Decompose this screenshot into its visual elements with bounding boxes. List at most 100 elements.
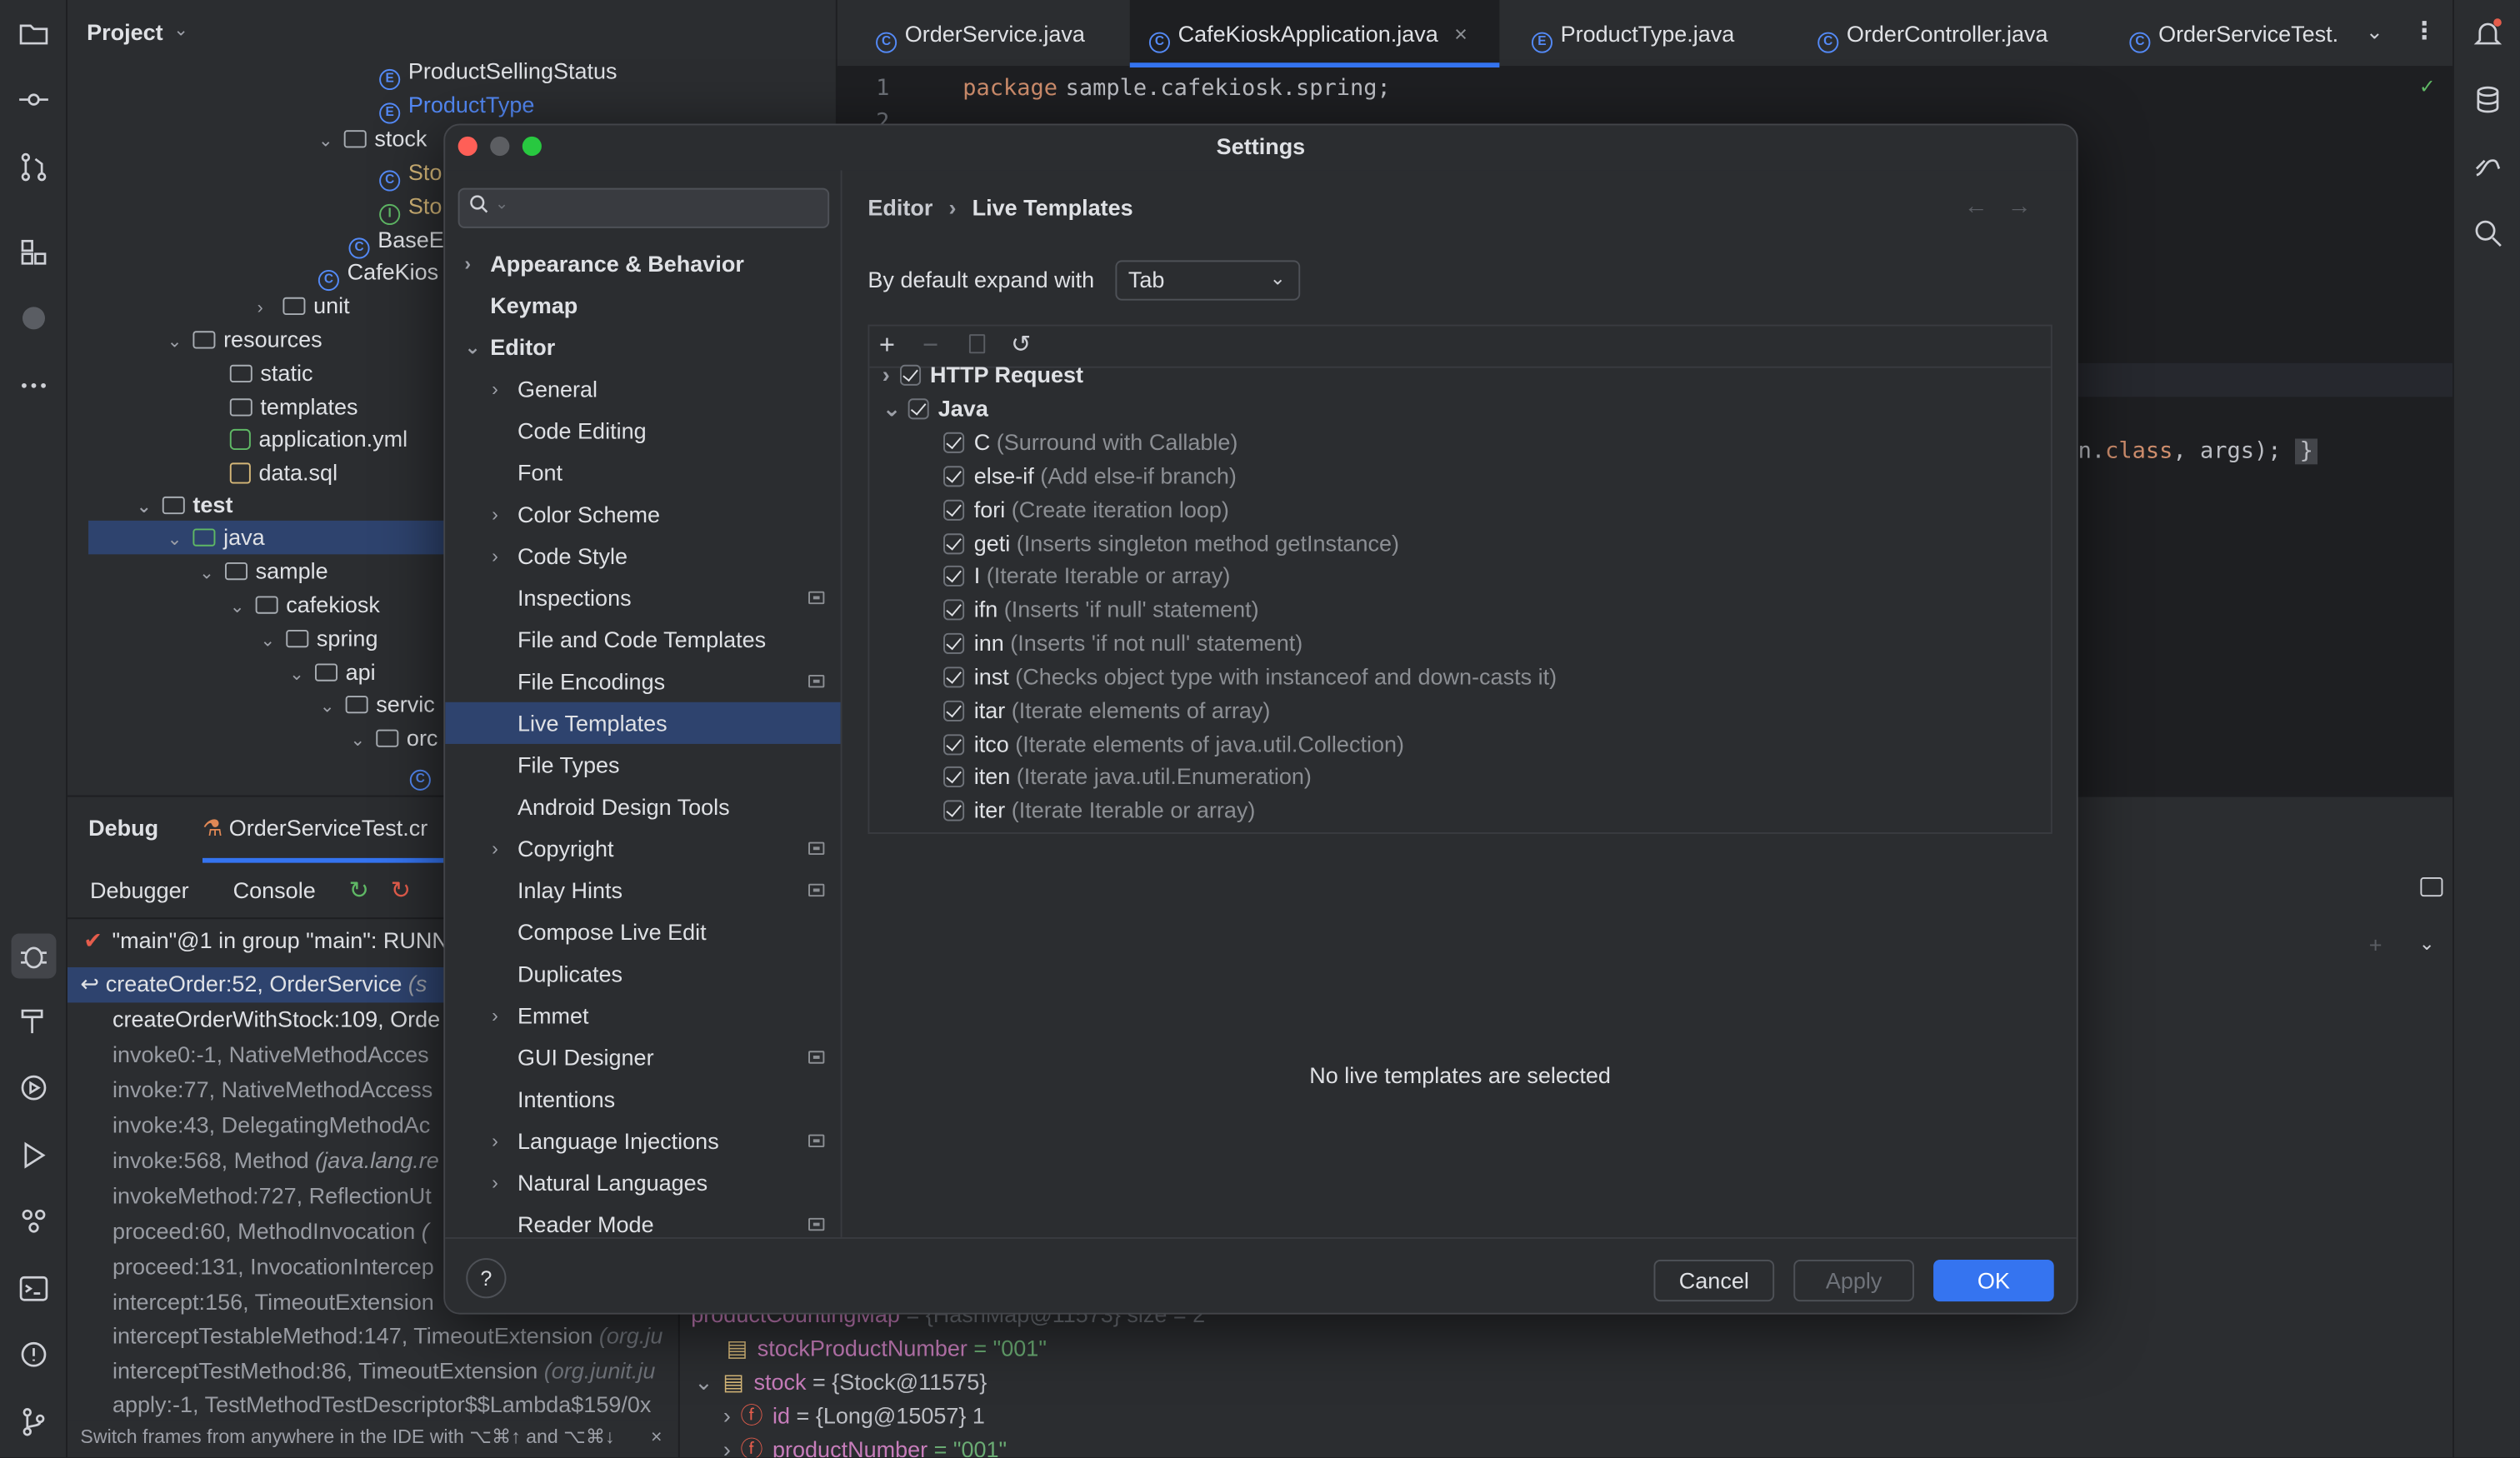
nav-item-language-injections[interactable]: › Language Injections	[445, 1120, 840, 1161]
dialog-titlebar[interactable]: Settings	[445, 125, 2076, 170]
template-row[interactable]: geti (Inserts singleton method getInstan…	[943, 527, 1399, 561]
tree-item[interactable]: E ProductType	[379, 88, 534, 124]
zoom-window-button[interactable]	[522, 136, 542, 157]
commit-icon[interactable]	[14, 80, 52, 118]
restart-icon[interactable]: ↻	[391, 876, 411, 905]
chevron-right-icon[interactable]: ›	[492, 995, 498, 1036]
editor-tab-active[interactable]: C CafeKioskApplication.java ×	[1129, 0, 1500, 67]
tree-item[interactable]: E ProductSellingStatus	[379, 55, 618, 90]
remove-icon[interactable]: −	[922, 329, 938, 362]
chevron-right-icon[interactable]: ›	[492, 368, 498, 410]
nav-item-compose-live-edit[interactable]: Compose Live Edit	[445, 911, 840, 952]
tree-item[interactable]: C CafeKios	[318, 256, 438, 292]
search-icon[interactable]	[2468, 213, 2507, 252]
template-group-row[interactable]: › HTTP Request	[882, 358, 1083, 392]
template-row[interactable]: fori (Create iteration loop)	[943, 493, 1229, 527]
stack-frame-row[interactable]: apply:-1, TestMethodTestDescriptor$$Lamb…	[68, 1386, 678, 1421]
tree-item[interactable]: C BaseE	[348, 223, 444, 259]
restore-icon[interactable]: ↺	[1011, 329, 1031, 358]
template-row[interactable]: else-if (Add else-if branch)	[943, 460, 1237, 493]
template-checkbox[interactable]	[943, 466, 965, 487]
chevron-right-icon[interactable]: ›	[882, 362, 890, 387]
chevron-down-icon[interactable]: ⌄	[2418, 932, 2434, 955]
nav-item-inspections[interactable]: Inspections	[445, 577, 840, 618]
close-icon[interactable]: ×	[651, 1421, 662, 1453]
apply-button[interactable]: Apply	[1793, 1259, 1914, 1302]
chevron-right-icon[interactable]: ›	[492, 1161, 498, 1203]
plugins-icon[interactable]	[14, 1202, 52, 1241]
chevron-right-icon[interactable]: ›	[723, 1403, 731, 1429]
chevron-down-icon[interactable]: ⌄	[694, 1369, 713, 1395]
nav-item-color-scheme[interactable]: › Color Scheme	[445, 493, 840, 535]
tree-item[interactable]: C	[409, 755, 439, 791]
group-checkbox[interactable]	[908, 398, 929, 420]
settings-search-input[interactable]: ⌄	[458, 187, 830, 228]
close-icon[interactable]: ×	[1454, 21, 1468, 47]
template-checkbox[interactable]	[943, 766, 965, 787]
project-title[interactable]: Project	[87, 19, 163, 45]
chevron-down-icon[interactable]: ⌄	[230, 592, 256, 626]
database-icon[interactable]	[2468, 80, 2507, 118]
tree-item[interactable]: ⌄ cafekiosk	[230, 588, 380, 622]
nav-item-appearance-behavior[interactable]: › Appearance & Behavior	[445, 242, 840, 284]
chevron-down-icon[interactable]: ⌄	[173, 19, 188, 40]
nav-item-gui-designer[interactable]: GUI Designer	[445, 1036, 840, 1078]
debug-config-tab[interactable]: ⚗ OrderServiceTest.cr	[202, 815, 428, 842]
editor-tab[interactable]: C OrderService.java	[860, 0, 1101, 67]
stack-frame-row[interactable]: interceptTestMethod:86, TimeoutExtension…	[68, 1353, 678, 1388]
template-checkbox[interactable]	[943, 499, 965, 521]
chevron-right-icon[interactable]: ›	[492, 1120, 498, 1161]
template-row[interactable]: C (Surround with Callable)	[943, 426, 1238, 460]
template-checkbox[interactable]	[943, 667, 965, 688]
tree-item[interactable]: › unit	[258, 289, 350, 322]
template-row[interactable]: itco (Iterate elements of java.util.Coll…	[943, 728, 1404, 762]
template-checkbox[interactable]	[943, 599, 965, 621]
ai-assistant-icon[interactable]	[2468, 147, 2507, 186]
tree-item[interactable]: data.sql	[229, 457, 338, 491]
layout-icon[interactable]	[2420, 876, 2443, 897]
notifications-bell-icon[interactable]	[2468, 14, 2507, 52]
add-icon[interactable]: +	[879, 329, 895, 362]
variable-row[interactable]: › ⓕ id = {Long@15057} 1	[723, 1400, 985, 1433]
template-row[interactable]: itar (Iterate elements of array)	[943, 694, 1270, 727]
tab-console[interactable]: Console	[233, 877, 316, 903]
git-icon[interactable]	[14, 1403, 52, 1441]
add-watch-icon[interactable]: +	[2369, 932, 2382, 958]
editor-tab[interactable]: C OrderController.java	[1805, 0, 2061, 67]
cancel-button[interactable]: Cancel	[1653, 1259, 1775, 1302]
variable-row[interactable]: ⌄ ▤ stock = {Stock@11575}	[694, 1366, 987, 1400]
problems-icon[interactable]	[14, 1336, 52, 1374]
template-group-row[interactable]: ⌄ Java	[882, 392, 988, 426]
chevron-down-icon[interactable]: ⌄	[320, 691, 346, 725]
build-hammer-icon[interactable]	[14, 1001, 52, 1039]
pull-requests-icon[interactable]	[14, 147, 52, 186]
variable-row[interactable]: ▤ stockProductNumber = "001"	[727, 1332, 1047, 1366]
nav-item-android-design-tools[interactable]: Android Design Tools	[445, 786, 840, 827]
nav-item-code-editing[interactable]: Code Editing	[445, 410, 840, 452]
close-window-button[interactable]	[458, 136, 478, 157]
tree-item[interactable]: application.yml	[229, 422, 408, 456]
chevron-right-icon[interactable]: ›	[492, 493, 498, 535]
tree-item[interactable]: C Sto	[379, 156, 442, 192]
tree-item[interactable]: ⌄ api	[289, 656, 376, 690]
nav-item-file-types[interactable]: File Types	[445, 744, 840, 786]
more-vertical-icon[interactable]: ⋮	[2412, 16, 2437, 45]
nav-item-file-encodings[interactable]: File Encodings	[445, 661, 840, 702]
more-icon[interactable]	[14, 367, 52, 405]
editor-tab[interactable]: E ProductType.java	[1518, 0, 1747, 67]
nav-item-font[interactable]: Font	[445, 452, 840, 493]
tab-debugger[interactable]: Debugger	[90, 877, 189, 903]
tree-item[interactable]: templates	[229, 391, 358, 424]
project-folder-icon[interactable]	[14, 14, 52, 52]
tree-item-selected[interactable]: ⌄ java	[168, 521, 265, 555]
minimize-window-button[interactable]	[490, 136, 510, 157]
rerun-icon[interactable]: ↻	[348, 876, 368, 905]
template-checkbox[interactable]	[943, 800, 965, 821]
help-button[interactable]: ?	[466, 1258, 507, 1299]
spring-icon[interactable]	[14, 299, 52, 337]
variable-row[interactable]: › ⓕ productNumber = "001"	[723, 1433, 1007, 1457]
expand-with-select[interactable]: Tab ⌄	[1115, 260, 1301, 301]
run-icon[interactable]	[14, 1136, 52, 1174]
tree-item[interactable]: I Sto	[379, 190, 442, 225]
ok-button[interactable]: OK	[1933, 1259, 2054, 1302]
